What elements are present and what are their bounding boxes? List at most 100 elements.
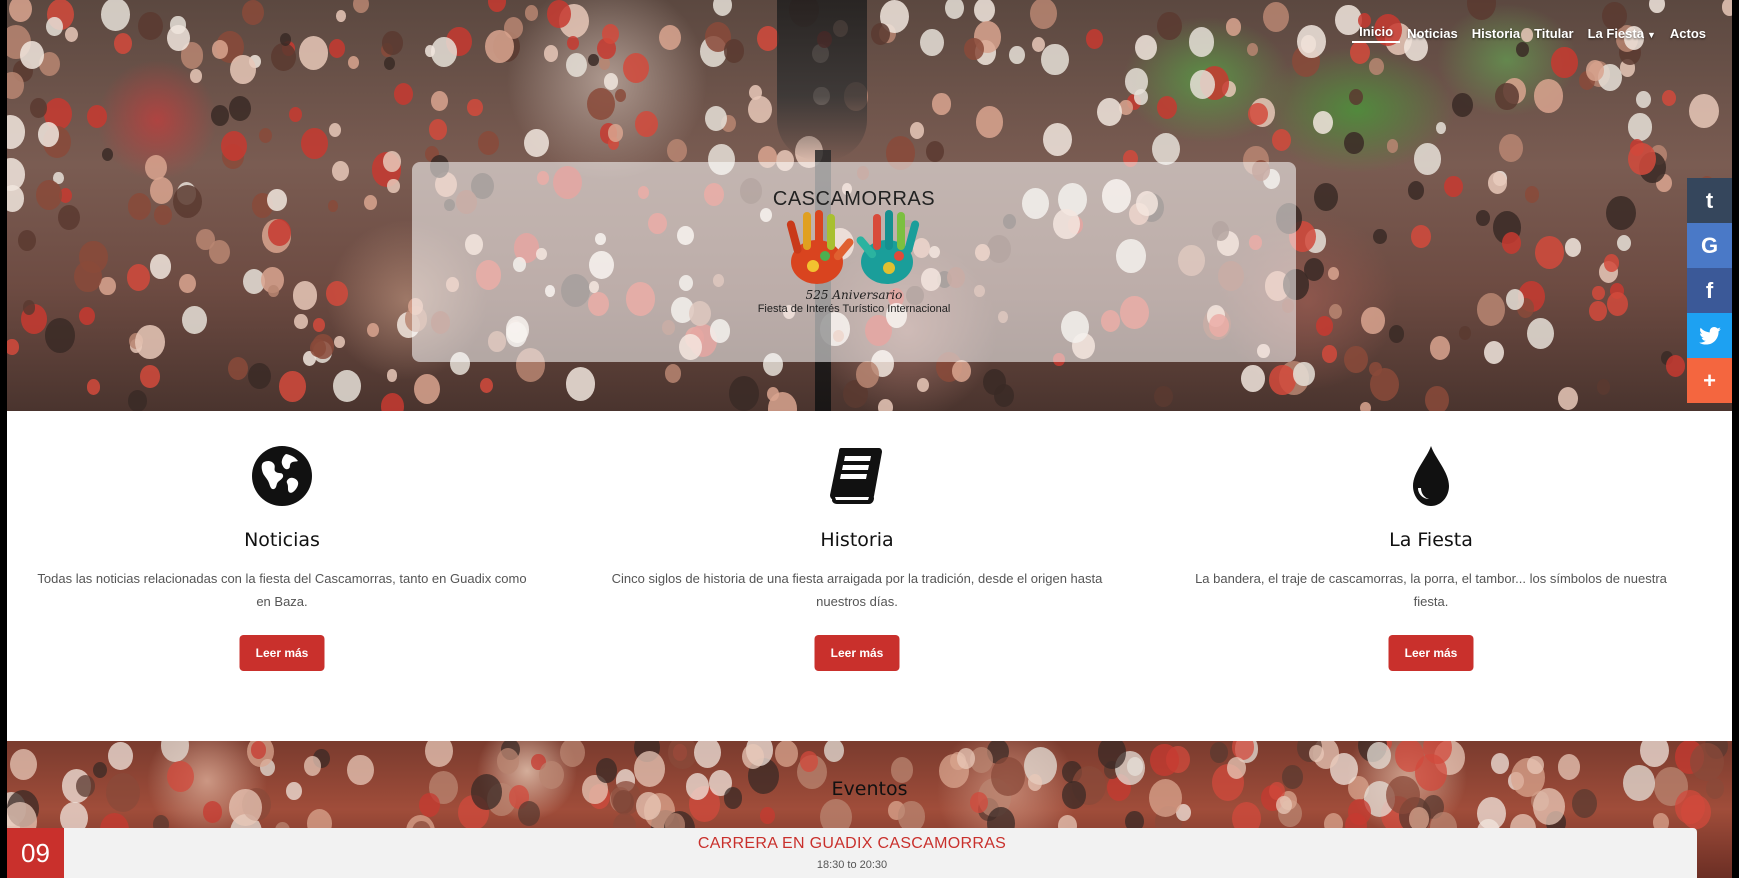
feature-description: La bandera, el traje de cascamorras, la … xyxy=(1195,571,1667,609)
crowd-texture xyxy=(614,89,627,102)
crowd-texture xyxy=(383,57,396,71)
crowd-texture xyxy=(1476,292,1506,326)
nav-item-historia[interactable]: Historia xyxy=(1465,26,1527,41)
crowd-texture xyxy=(181,305,207,334)
crowd-texture xyxy=(855,360,880,388)
crowd-texture xyxy=(301,128,328,159)
facebook-share-button[interactable]: f xyxy=(1687,268,1732,313)
crowd-texture xyxy=(1272,129,1292,152)
crowd-texture xyxy=(101,148,114,162)
crowd-texture xyxy=(394,83,414,106)
crowd-texture xyxy=(973,0,996,23)
leer-mas-button[interactable]: Leer más xyxy=(814,635,900,671)
crowd-texture xyxy=(1314,183,1339,211)
crowd-texture xyxy=(1097,97,1122,126)
crowd-texture xyxy=(1564,238,1581,257)
crowd-texture xyxy=(1451,93,1473,118)
crowd-texture xyxy=(328,199,339,212)
crowd-texture xyxy=(92,761,107,778)
crowd-texture xyxy=(336,10,347,23)
crowd-texture xyxy=(64,26,79,43)
logo-panel: CASCAMORRAS 525 Aniversario Fiesta de In… xyxy=(412,162,1296,362)
crowd-texture xyxy=(1041,43,1070,76)
crowd-texture xyxy=(367,322,380,337)
crowd-texture xyxy=(487,0,506,12)
crowd-texture xyxy=(667,139,687,162)
crowd-texture xyxy=(1344,345,1369,374)
crowd-texture xyxy=(1361,307,1385,334)
crowd-texture xyxy=(1499,133,1524,162)
crowd-texture xyxy=(1606,195,1637,230)
crowd-texture xyxy=(665,364,682,383)
more-share-button[interactable]: + xyxy=(1687,358,1732,403)
nav-item-inicio[interactable]: Inicio xyxy=(1352,24,1401,43)
crowd-texture xyxy=(1030,0,1057,29)
crowd-texture xyxy=(1349,41,1371,65)
crowd-texture xyxy=(560,741,586,768)
leer-mas-button[interactable]: Leer más xyxy=(1388,635,1474,671)
crowd-texture xyxy=(566,35,580,50)
crowd-texture xyxy=(588,54,599,67)
crowd-texture xyxy=(1408,180,1425,200)
twitter-icon xyxy=(1698,326,1721,345)
twitter-share-button[interactable] xyxy=(1687,313,1732,358)
crowd-texture xyxy=(127,193,151,220)
crowd-texture xyxy=(945,0,965,20)
nav-item-titular[interactable]: Titular xyxy=(1527,26,1581,41)
crowd-texture xyxy=(1134,34,1157,61)
crowd-texture xyxy=(1690,742,1724,782)
crowd-texture xyxy=(126,264,151,291)
crowd-texture xyxy=(916,378,929,393)
crowd-texture xyxy=(30,98,47,118)
nav-item-noticias[interactable]: Noticias xyxy=(1400,26,1465,41)
crowd-texture xyxy=(7,339,19,355)
crowd-texture xyxy=(982,368,1006,396)
crowd-texture xyxy=(7,72,24,99)
crowd-texture xyxy=(1551,47,1578,78)
crowd-texture xyxy=(587,88,616,120)
crowd-texture xyxy=(1662,89,1676,106)
crowd-texture xyxy=(1689,94,1719,128)
logo-subtitle: Fiesta de Interés Turístico Internaciona… xyxy=(757,303,951,315)
crowd-texture xyxy=(1592,285,1605,301)
crowd-texture xyxy=(1495,82,1519,110)
crowd-texture xyxy=(1628,113,1652,141)
tumblr-share-button[interactable]: t xyxy=(1687,178,1732,223)
crowd-texture xyxy=(101,0,130,31)
event-title[interactable]: CARRERA EN GUADIX CASCAMORRAS xyxy=(7,835,1697,853)
crowd-texture xyxy=(138,11,163,40)
chevron-down-icon: ▼ xyxy=(1646,30,1656,40)
crowd-texture xyxy=(607,124,624,142)
crowd-texture xyxy=(1241,364,1265,392)
crowd-texture xyxy=(86,379,101,395)
crowd-texture xyxy=(1616,235,1631,252)
crowd-texture xyxy=(353,0,370,14)
crowd-texture xyxy=(267,218,292,246)
crowd-texture xyxy=(347,55,359,69)
google-share-button[interactable]: G xyxy=(1687,223,1732,268)
crowd-texture xyxy=(113,32,133,55)
crowd-texture xyxy=(603,73,619,90)
crowd-texture xyxy=(1502,231,1522,254)
crowd-texture xyxy=(139,365,160,388)
leer-mas-button[interactable]: Leer más xyxy=(239,635,325,671)
nav-item-la-fiesta[interactable]: La Fiesta ▼ xyxy=(1581,26,1663,41)
crowd-texture xyxy=(1328,303,1343,319)
crowd-texture xyxy=(1477,797,1506,831)
crowd-texture xyxy=(1157,12,1182,41)
feature-title: Noticias xyxy=(244,529,320,551)
nav-item-actos[interactable]: Actos xyxy=(1663,26,1713,41)
crowd-texture xyxy=(1395,741,1424,772)
crowd-texture xyxy=(1435,121,1447,134)
crowd-texture xyxy=(598,57,611,71)
crowd-texture xyxy=(1388,325,1404,343)
crowd-texture xyxy=(1327,267,1340,281)
event-card[interactable]: 09 CARRERA EN GUADIX CASCAMORRAS 18:30 t… xyxy=(7,828,1697,878)
crowd-texture xyxy=(1344,131,1365,155)
crowd-texture xyxy=(428,119,447,140)
crowd-texture xyxy=(328,39,346,59)
crowd-texture xyxy=(44,318,75,353)
crowd-texture xyxy=(622,53,649,84)
tumblr-icon: t xyxy=(1705,187,1714,213)
crowd-texture xyxy=(723,39,745,63)
